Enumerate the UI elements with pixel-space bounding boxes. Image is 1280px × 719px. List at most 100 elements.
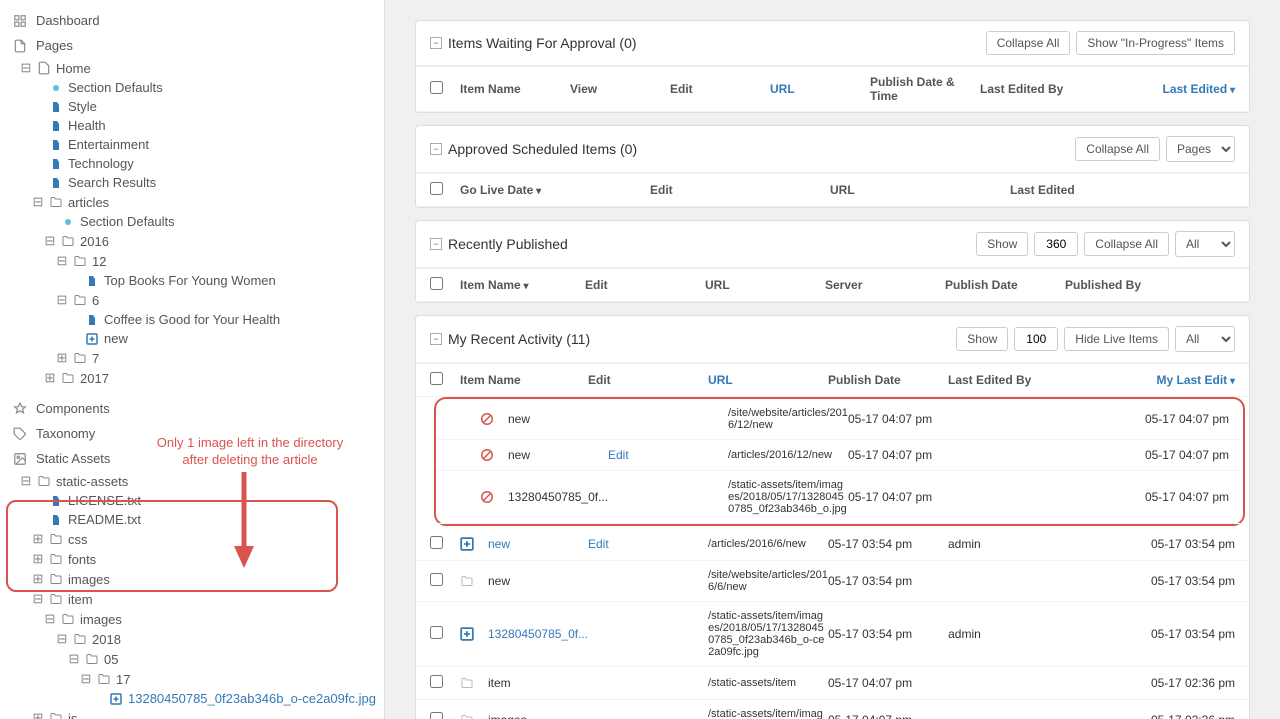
show-count-input[interactable] <box>1034 232 1078 256</box>
tree-7[interactable]: ⊞7 <box>0 348 384 368</box>
tree-12[interactable]: ⊟12 <box>0 251 384 271</box>
tree-coffee[interactable]: Coffee is Good for Your Health <box>0 310 384 329</box>
col-last-edited-by: Last Edited By <box>948 373 1068 387</box>
pages-select[interactable]: Pages <box>1166 136 1235 162</box>
collapse-all-button[interactable]: Collapse All <box>1084 232 1169 256</box>
tree-search-results[interactable]: Search Results <box>0 173 384 192</box>
tree-05[interactable]: ⊟05 <box>0 649 384 669</box>
tree-top-books[interactable]: Top Books For Young Women <box>0 271 384 290</box>
select-all-checkbox[interactable] <box>430 372 443 385</box>
col-go-live[interactable]: Go Live Date <box>460 183 650 197</box>
collapse-toggle-icon[interactable]: − <box>430 143 442 155</box>
nav-dashboard-label: Dashboard <box>36 13 100 28</box>
col-url[interactable]: URL <box>770 82 870 96</box>
tree-entertainment[interactable]: Entertainment <box>0 135 384 154</box>
table-row: new Edit /articles/2016/12/new 05-17 04:… <box>436 440 1243 471</box>
nav-dashboard[interactable]: Dashboard <box>0 8 384 33</box>
tree-item-images[interactable]: ⊟images <box>0 609 384 629</box>
select-all-checkbox[interactable] <box>430 81 443 94</box>
col-my-last-edit[interactable]: My Last Edit <box>1068 373 1235 387</box>
tree-label: 2018 <box>92 632 121 647</box>
tree-images[interactable]: ⊞images <box>0 569 384 589</box>
nav-components-label: Components <box>36 401 110 416</box>
row-item-name[interactable]: 13280450785_0f... <box>488 627 588 641</box>
tree-2017[interactable]: ⊞2017 <box>0 368 384 388</box>
status-icon <box>460 537 482 551</box>
collapse-toggle-icon[interactable]: − <box>430 333 442 345</box>
tree-articles-section-defaults[interactable]: Section Defaults <box>0 212 384 231</box>
row-checkbox[interactable] <box>430 626 443 639</box>
main-content: − Items Waiting For Approval (0) Collaps… <box>385 0 1280 719</box>
filter-select[interactable]: All <box>1175 231 1235 257</box>
tree-6[interactable]: ⊟6 <box>0 290 384 310</box>
tree-fonts[interactable]: ⊞fonts <box>0 549 384 569</box>
tree-label: fonts <box>68 552 96 567</box>
collapse-all-button[interactable]: Collapse All <box>986 31 1071 55</box>
row-edit-link[interactable]: Edit <box>588 537 708 551</box>
row-pub-date: 05-17 04:07 pm <box>848 490 968 504</box>
row-checkbox[interactable] <box>430 573 443 586</box>
row-checkbox[interactable] <box>430 712 443 719</box>
show-button[interactable]: Show <box>976 232 1028 256</box>
tree-js[interactable]: ⊞js <box>0 708 384 719</box>
col-url[interactable]: URL <box>708 373 828 387</box>
tree-style[interactable]: Style <box>0 97 384 116</box>
hide-live-items-button[interactable]: Hide Live Items <box>1064 327 1169 351</box>
col-last-edited-by: Last Edited By <box>980 82 1080 96</box>
tree-articles[interactable]: ⊟articles <box>0 192 384 212</box>
tree-label: css <box>68 532 88 547</box>
folder-open-icon <box>48 196 64 208</box>
tree-2016[interactable]: ⊟2016 <box>0 231 384 251</box>
nav-components[interactable]: Components <box>0 396 384 421</box>
row-checkbox[interactable] <box>430 675 443 688</box>
annotation-arrow-icon <box>238 472 250 562</box>
row-url: /static-assets/item <box>708 677 828 689</box>
file-icon <box>48 495 64 507</box>
tree-home[interactable]: ⊟Home <box>0 58 384 78</box>
row-my-last-edit: 05-17 03:54 pm <box>1068 537 1235 551</box>
tree-label: 2016 <box>80 234 109 249</box>
col-last-edited[interactable]: Last Edited <box>1080 82 1235 96</box>
row-url: /site/website/articles/2016/12/new <box>728 407 848 431</box>
tree-static-assets-folder[interactable]: ⊟static-assets <box>0 471 384 491</box>
status-icon <box>460 575 482 587</box>
tree-17[interactable]: ⊟17 <box>0 669 384 689</box>
select-all-checkbox[interactable] <box>430 277 443 290</box>
col-item-name[interactable]: Item Name <box>460 278 585 292</box>
show-count-input[interactable] <box>1014 327 1058 351</box>
col-server: Server <box>825 278 945 292</box>
filter-select[interactable]: All <box>1175 326 1235 352</box>
folder-icon <box>48 573 64 585</box>
tree-css[interactable]: ⊞css <box>0 529 384 549</box>
collapse-all-button[interactable]: Collapse All <box>1075 137 1160 161</box>
table-row: images /static-assets/item/images 05-17 … <box>416 700 1249 719</box>
panel-title-text: Approved Scheduled Items (0) <box>448 141 637 157</box>
show-in-progress-button[interactable]: Show "In-Progress" Items <box>1076 31 1235 55</box>
show-button[interactable]: Show <box>956 327 1008 351</box>
tree-2018[interactable]: ⊟2018 <box>0 629 384 649</box>
row-item-name[interactable]: new <box>488 537 510 551</box>
row-checkbox[interactable] <box>430 536 443 549</box>
tree-label: js <box>68 711 77 719</box>
tree-health[interactable]: Health <box>0 116 384 135</box>
tree-new[interactable]: new <box>0 329 384 348</box>
collapse-toggle-icon[interactable]: − <box>430 37 442 49</box>
tree-label: articles <box>68 195 109 210</box>
folder-icon <box>60 372 76 384</box>
select-all-checkbox[interactable] <box>430 182 443 195</box>
tree-image-file[interactable]: 13280450785_0f23ab346b_o-ce2a09fc.jpg <box>0 689 384 708</box>
nav-pages[interactable]: Pages <box>0 33 384 58</box>
tree-section-defaults[interactable]: Section Defaults <box>0 78 384 97</box>
tree-item-folder[interactable]: ⊟item <box>0 589 384 609</box>
panel-title-text: Recently Published <box>448 236 568 252</box>
tree-label: Style <box>68 99 97 114</box>
tree-readme[interactable]: README.txt <box>0 510 384 529</box>
tree-technology[interactable]: Technology <box>0 154 384 173</box>
row-edit-link[interactable]: Edit <box>608 448 728 462</box>
tree-label: static-assets <box>56 474 128 489</box>
tree-license[interactable]: LICENSE.txt <box>0 491 384 510</box>
row-my-last-edit: 05-17 02:36 pm <box>1068 713 1235 719</box>
folder-open-icon <box>72 294 88 306</box>
collapse-toggle-icon[interactable]: − <box>430 238 442 250</box>
col-edit: Edit <box>650 183 830 197</box>
